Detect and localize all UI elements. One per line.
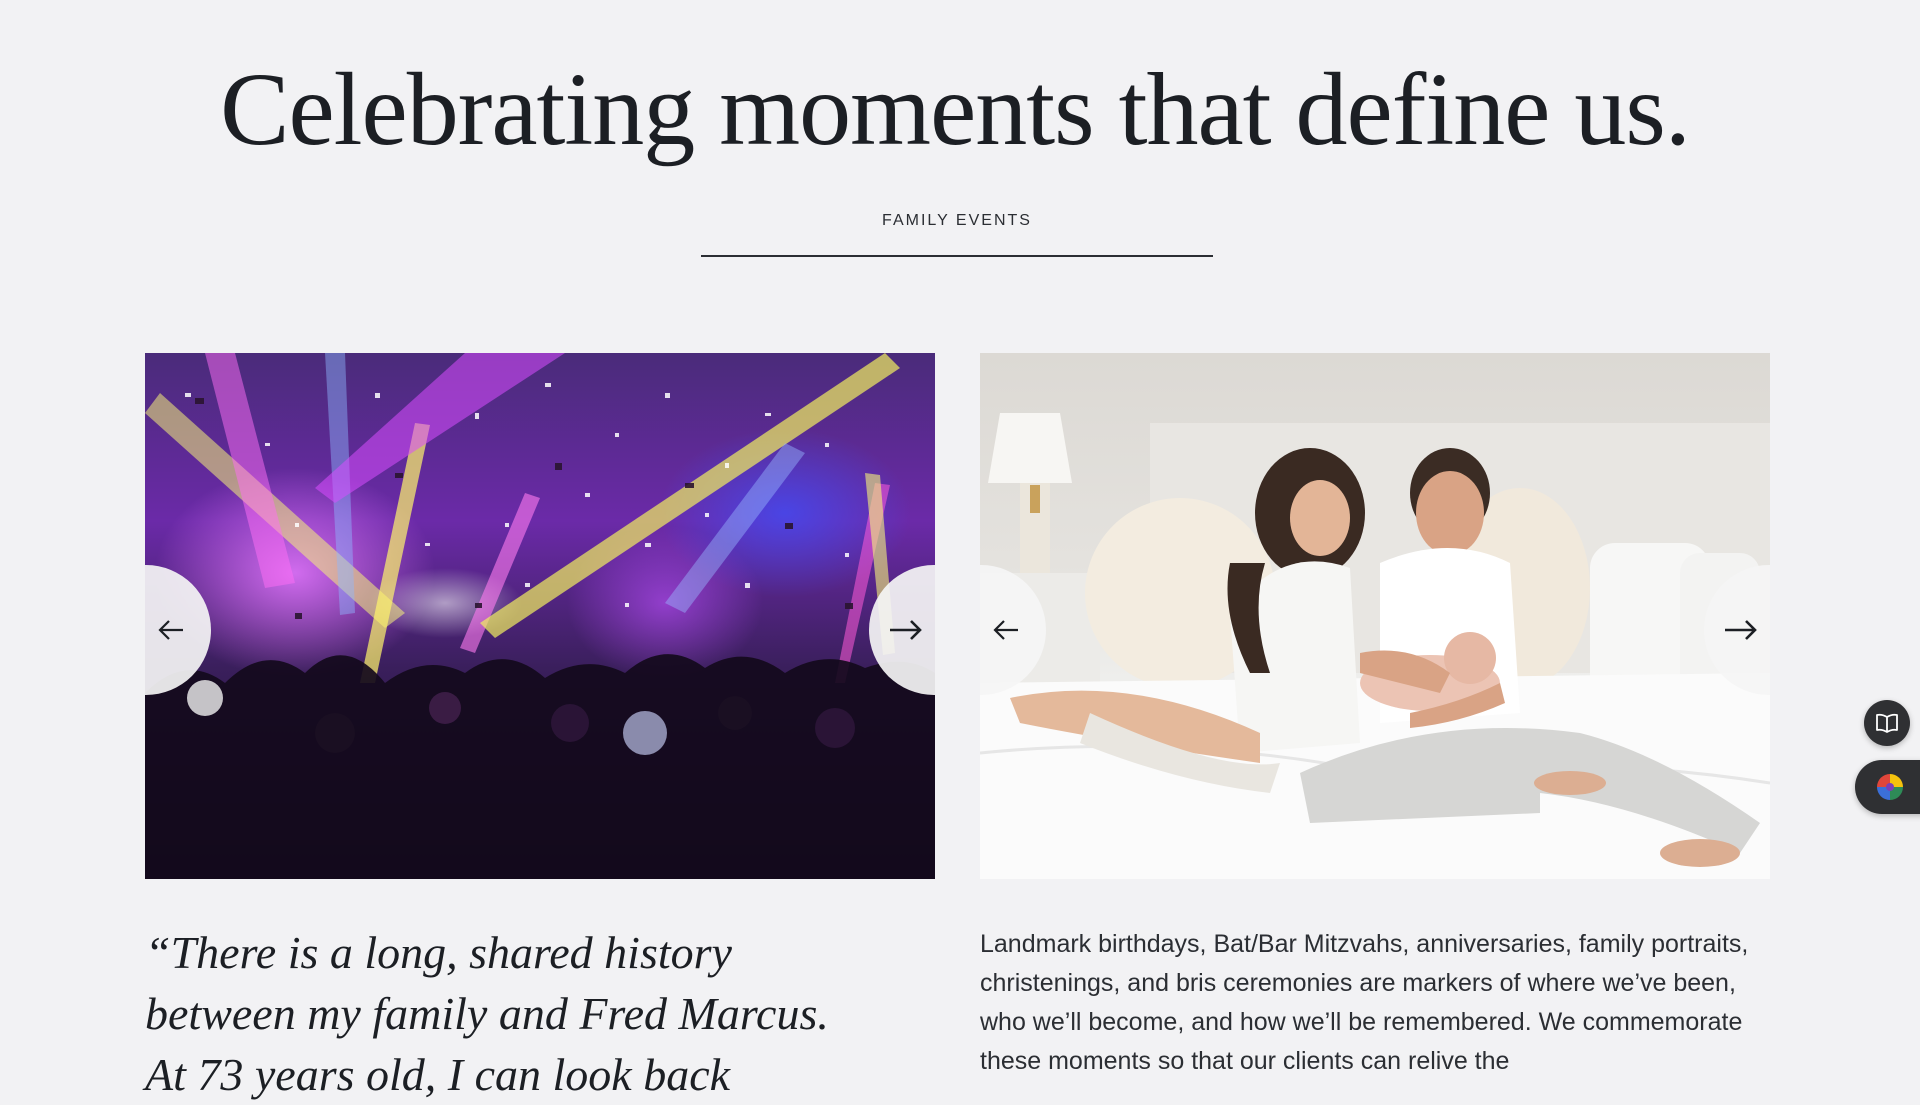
family-carousel xyxy=(980,353,1770,879)
family-events-description: Landmark birthdays, Bat/Bar Mitzvahs, an… xyxy=(980,930,1749,1075)
book-icon xyxy=(1876,713,1898,733)
color-wheel-icon xyxy=(1877,774,1903,800)
section-label: FAMILY EVENTS xyxy=(882,212,1032,229)
arrow-left-icon xyxy=(993,620,1018,640)
arrow-left-icon xyxy=(158,620,183,640)
arrow-right-icon xyxy=(1725,620,1757,640)
accessibility-button[interactable] xyxy=(1855,760,1920,814)
party-photo xyxy=(145,353,935,879)
family-photo xyxy=(980,353,1770,879)
page-headline: Celebrating moments that define us. xyxy=(220,52,1691,167)
section-divider xyxy=(701,255,1213,257)
guide-button[interactable] xyxy=(1864,700,1910,746)
arrow-right-icon xyxy=(890,620,922,640)
party-carousel xyxy=(145,353,935,879)
testimonial-quote: “There is a long, shared history between… xyxy=(145,927,829,1100)
